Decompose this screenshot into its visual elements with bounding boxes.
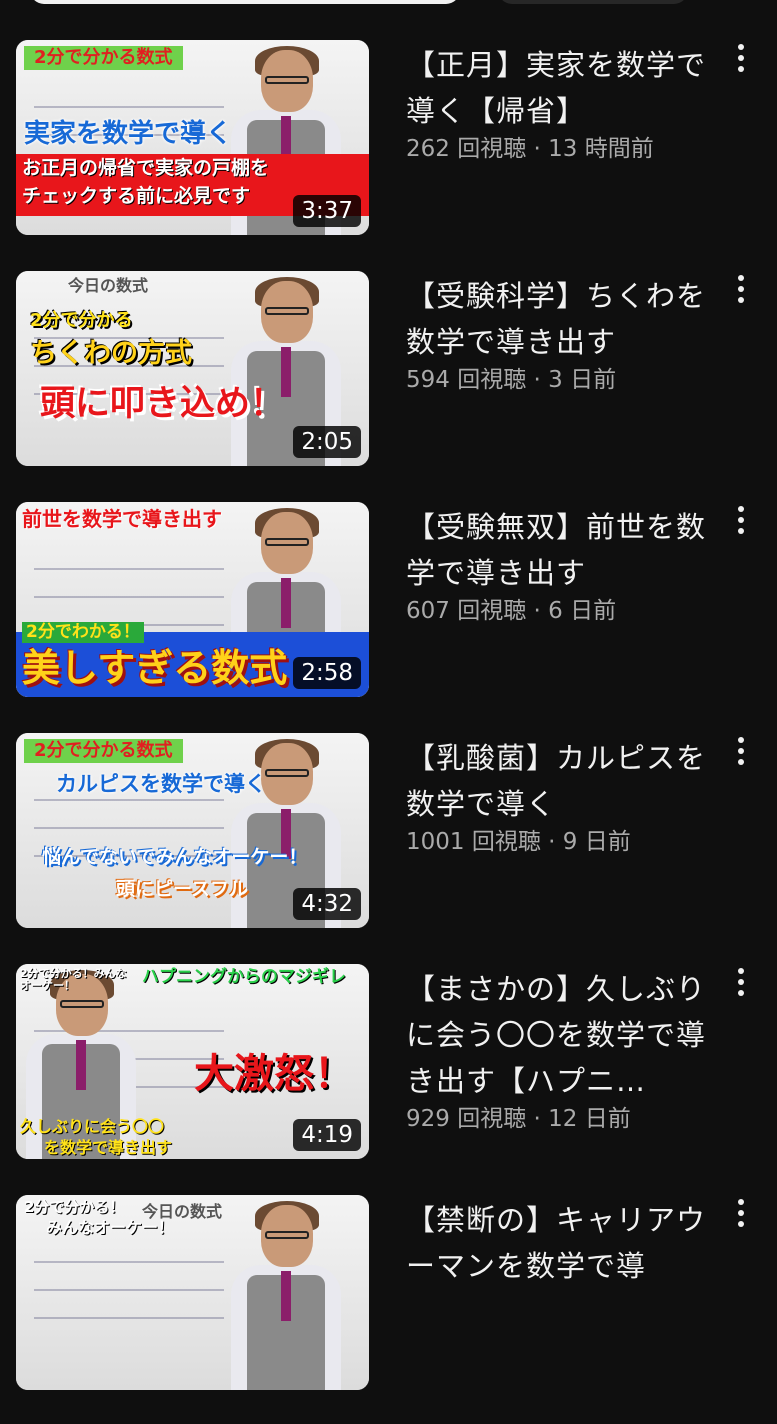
thumb-top-label: 2分で分かる！ [24, 1198, 125, 1216]
meta-separator: · [526, 1106, 549, 1132]
video-meta: 607 回視聴 · 6 日前 [406, 596, 706, 626]
filter-chip[interactable] [30, 0, 460, 4]
video-info[interactable]: 【正月】実家を数学で導く【帰省】 262 回視聴 · 13 時間前 [406, 42, 706, 164]
video-meta: 1001 回視聴 · 9 日前 [406, 827, 706, 857]
duration-badge: 3:37 [293, 195, 361, 227]
video-thumbnail[interactable]: 2分で分かる数式 実家を数学で導く お正月の帰省で実家の戸棚を チェックする前に… [16, 40, 369, 235]
thumb-label-1: みんなオーケー！ [46, 1218, 175, 1237]
video-info[interactable]: 【乳酸菌】カルピスを数学で導く 1001 回視聴 · 9 日前 [406, 735, 706, 857]
video-thumbnail[interactable]: 今日の数式 2分で分かる ちくわの方式 頭に叩き込め！ 2:05 [16, 271, 369, 466]
view-count: 1001 回視聴 [406, 829, 541, 855]
video-info[interactable]: 【禁断の】キャリアウーマンを数学で導 [406, 1197, 706, 1289]
view-count: 262 回視聴 [406, 136, 527, 162]
thumb-top-label: 2分で分かる数式 [24, 739, 183, 763]
video-thumbnail[interactable]: 2分で分かる！みんなオーケー！ ハプニングからのマジギレ 大激怒！ 久しぶりに会… [16, 964, 369, 1159]
video-title[interactable]: 【受験科学】ちくわを数学で導き出す [406, 273, 706, 365]
view-count: 929 回視聴 [406, 1106, 527, 1132]
duration-badge: 4:32 [293, 888, 361, 920]
video-info[interactable]: 【受験科学】ちくわを数学で導き出す 594 回視聴 · 3 日前 [406, 273, 706, 395]
video-list: 2分で分かる数式 実家を数学で導く お正月の帰省で実家の戸棚を チェックする前に… [0, 38, 777, 1424]
thumb-headline: カルピスを数学で導く [56, 772, 266, 796]
upload-age: 9 日前 [562, 829, 631, 855]
thumb-banner: ハプニングからのマジギレ [142, 967, 346, 987]
video-thumbnail[interactable]: 2分で分かる数式 カルピスを数学で導く 悩んでないでみんなオーケー！ 頭にピース… [16, 733, 369, 928]
video-title[interactable]: 【禁断の】キャリアウーマンを数学で導 [406, 1197, 706, 1289]
video-info[interactable]: 【まさかの】久しぶりに会う〇〇を数学で導き出す【ハプニ… 929 回視聴 · 1… [406, 966, 706, 1134]
thumb-label-1: 2分で分かる [30, 310, 133, 331]
thumb-headline: 美しすぎる数式 [22, 646, 288, 690]
thumb-line-2: チェックする前に必見です [22, 185, 251, 207]
more-vert-icon[interactable] [726, 968, 756, 1008]
thumb-line-1: 久しぶりに会う〇〇 [20, 1117, 165, 1136]
duration-badge: 4:19 [293, 1119, 361, 1151]
duration-badge: 2:05 [293, 426, 361, 458]
filter-chip[interactable] [498, 0, 688, 4]
video-title[interactable]: 【乳酸菌】カルピスを数学で導く [406, 735, 706, 827]
thumb-headline: 実家を数学で導く [24, 119, 233, 149]
meta-separator: · [526, 367, 549, 393]
filter-chips-bar [0, 0, 777, 10]
video-meta: 262 回視聴 · 13 時間前 [406, 134, 706, 164]
thumb-headline: 頭に叩き込め！ [40, 384, 286, 424]
upload-age: 13 時間前 [548, 136, 654, 162]
upload-age: 3 日前 [548, 367, 617, 393]
more-vert-icon[interactable] [726, 44, 756, 84]
upload-age: 6 日前 [548, 598, 617, 624]
thumb-headline: 大激怒！ [194, 1051, 354, 1097]
video-title[interactable]: 【受験無双】前世を数学で導き出す [406, 504, 706, 596]
thumb-line-1: 悩んでないでみんなオーケー！ [42, 846, 308, 868]
meta-separator: · [540, 829, 563, 855]
video-meta: 929 回視聴 · 12 日前 [406, 1104, 706, 1134]
duration-badge: 2:58 [293, 657, 361, 689]
more-vert-icon[interactable] [726, 275, 756, 315]
meta-separator: · [526, 136, 549, 162]
video-item[interactable]: 前世を数学で導き出す 2分でわかる！ 美しすぎる数式 2:58 【受験無双】前世… [0, 500, 777, 731]
more-vert-icon[interactable] [726, 737, 756, 777]
video-info[interactable]: 【受験無双】前世を数学で導き出す 607 回視聴 · 6 日前 [406, 504, 706, 626]
video-title[interactable]: 【まさかの】久しぶりに会う〇〇を数学で導き出す【ハプニ… [406, 966, 706, 1104]
meta-separator: · [526, 598, 549, 624]
thumb-line-2: を数学で導き出す [44, 1138, 173, 1157]
presenter-image [231, 1201, 341, 1390]
view-count: 607 回視聴 [406, 598, 527, 624]
thumb-board-text: 今日の数式 [142, 1202, 223, 1221]
video-meta: 594 回視聴 · 3 日前 [406, 365, 706, 395]
video-thumbnail[interactable]: 前世を数学で導き出す 2分でわかる！ 美しすぎる数式 2:58 [16, 502, 369, 697]
video-item[interactable]: 2分で分かる数式 実家を数学で導く お正月の帰省で実家の戸棚を チェックする前に… [0, 38, 777, 269]
video-item[interactable]: 2分で分かる数式 カルピスを数学で導く 悩んでないでみんなオーケー！ 頭にピース… [0, 731, 777, 962]
thumb-line-2: 頭にピースフル [116, 878, 249, 900]
video-title[interactable]: 【正月】実家を数学で導く【帰省】 [406, 42, 706, 134]
thumb-label-1: 2分でわかる！ [22, 622, 144, 643]
video-item[interactable]: 2分で分かる！ みんなオーケー！ 今日の数式 【禁断の】キャリアウーマンを数学で… [0, 1193, 777, 1424]
video-item[interactable]: 今日の数式 2分で分かる ちくわの方式 頭に叩き込め！ 2:05 【受験科学】ち… [0, 269, 777, 500]
video-thumbnail[interactable]: 2分で分かる！ みんなオーケー！ 今日の数式 [16, 1195, 369, 1390]
thumb-line-1: お正月の帰省で実家の戸棚を [22, 157, 270, 179]
thumb-top-label: 2分で分かる！みんなオーケー！ [20, 967, 127, 993]
upload-age: 12 日前 [548, 1106, 631, 1132]
video-item[interactable]: 2分で分かる！みんなオーケー！ ハプニングからのマジギレ 大激怒！ 久しぶりに会… [0, 962, 777, 1193]
view-count: 594 回視聴 [406, 367, 527, 393]
thumb-top-label: 2分で分かる数式 [24, 46, 183, 70]
more-vert-icon[interactable] [726, 506, 756, 546]
thumb-board-text: 今日の数式 [68, 276, 149, 295]
more-vert-icon[interactable] [726, 1199, 756, 1239]
thumb-label-2: ちくわの方式 [30, 338, 192, 369]
thumb-top-label: 前世を数学で導き出す [22, 507, 222, 531]
